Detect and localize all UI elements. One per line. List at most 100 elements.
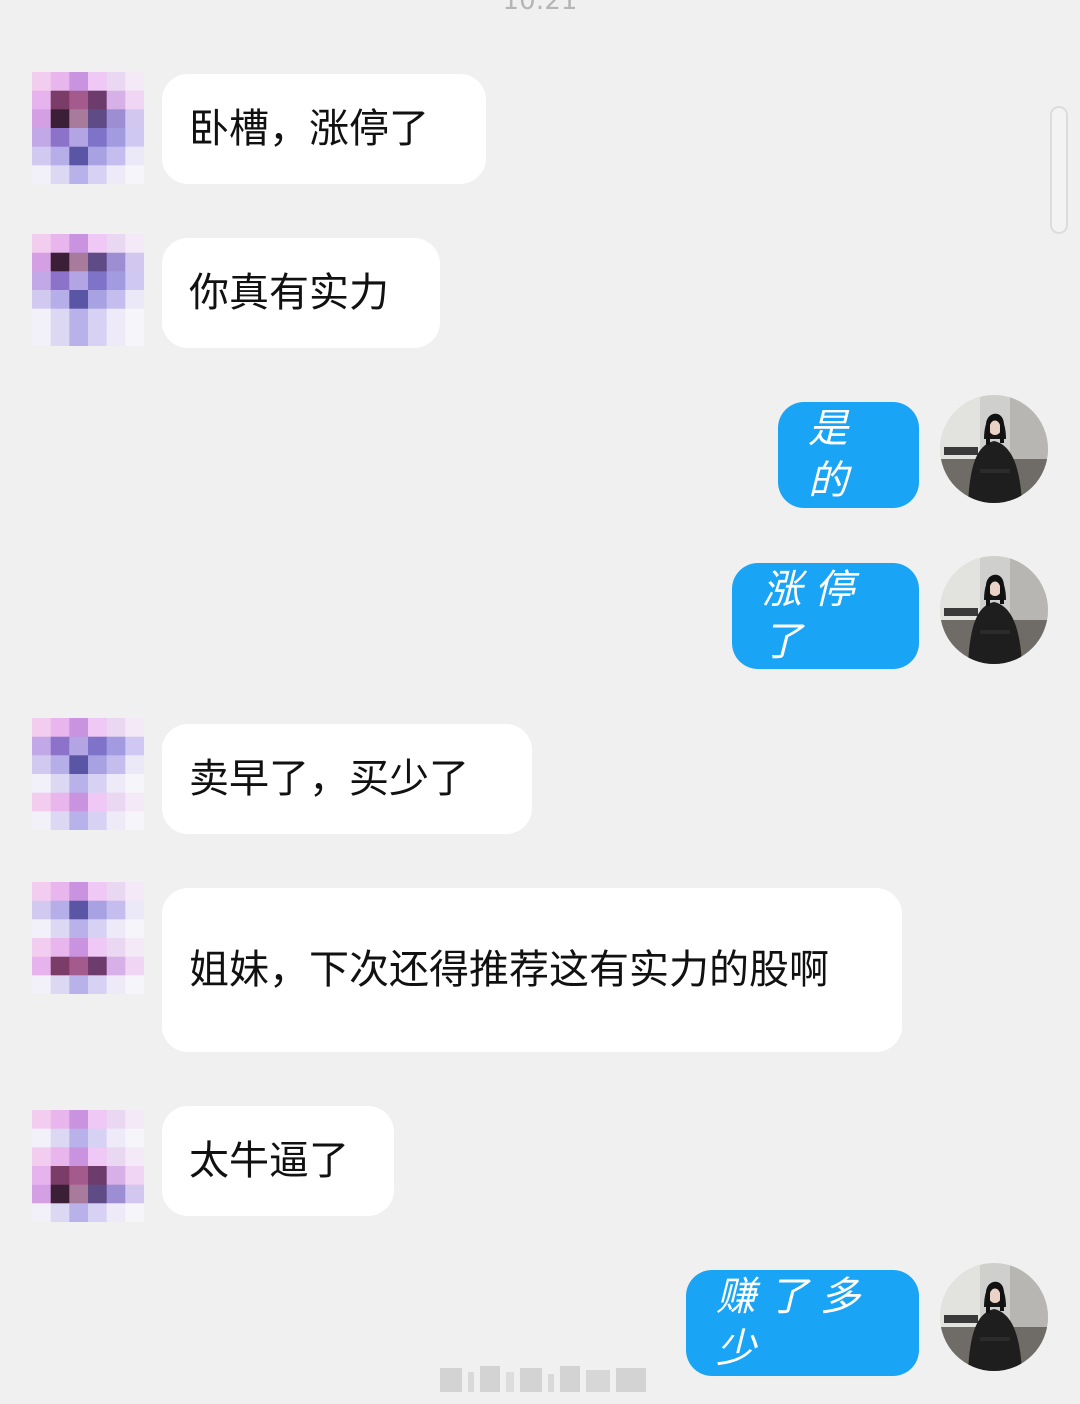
avatar-mosaic-tile — [125, 252, 144, 272]
avatar-mosaic-tile — [69, 774, 89, 794]
avatar-mosaic-tile — [88, 109, 108, 129]
avatar-mosaic-tile — [106, 956, 126, 976]
avatar-mosaic-tile — [32, 165, 52, 184]
avatar-mosaic-tile — [69, 271, 89, 291]
avatar-mosaic-tile — [50, 900, 70, 920]
avatar-mosaic-tile — [32, 271, 52, 291]
message-text: 赚了多少 — [716, 1274, 872, 1372]
avatar-mosaic-tile — [32, 938, 52, 958]
avatar-mosaic-tile — [125, 308, 144, 328]
avatar-mosaic-tile — [88, 290, 108, 310]
avatar-mosaic-tile — [106, 811, 126, 830]
message-bubble[interactable]: 涨停了 — [732, 563, 919, 669]
avatar-mosaic-tile — [32, 811, 52, 830]
avatar-mosaic-tile — [32, 736, 52, 756]
avatar-mosaic-tile — [88, 774, 108, 794]
avatar-mosaic-tile — [125, 774, 144, 794]
avatar-mosaic-tile — [32, 1203, 52, 1222]
avatar-mosaic-tile — [32, 90, 52, 110]
avatar-mosaic-tile — [69, 882, 89, 902]
avatar-mosaic-tile — [50, 792, 70, 812]
avatar-mosaic-tile — [106, 774, 126, 794]
message-bubble[interactable]: 你真有实力 — [162, 238, 440, 348]
avatar-mosaic-tile — [50, 234, 70, 254]
avatar-mosaic-tile — [125, 165, 144, 184]
avatar-mosaic-tile — [32, 882, 52, 902]
message-bubble[interactable]: 赚了多少 — [686, 1270, 919, 1376]
avatar-mosaic-tile — [106, 90, 126, 110]
avatar-mosaic-tile — [32, 900, 52, 920]
avatar-mosaic-tile — [125, 290, 144, 310]
avatar-mosaic-tile — [69, 1203, 89, 1222]
avatar-mosaic-tile — [32, 1184, 52, 1204]
avatar-mosaic-tile — [125, 72, 144, 92]
avatar-mosaic-tile — [106, 938, 126, 958]
avatar-mosaic-tile — [106, 308, 126, 328]
contact-avatar-icon[interactable] — [32, 882, 144, 994]
avatar-mosaic-tile — [125, 1203, 144, 1222]
contact-avatar-icon[interactable] — [32, 718, 144, 830]
avatar-mosaic-tile — [32, 252, 52, 272]
avatar-mosaic-tile — [125, 146, 144, 166]
avatar-mosaic-tile — [125, 792, 144, 812]
message-bubble[interactable]: 姐妹，下次还得推荐这有实力的股啊 — [162, 888, 902, 1052]
avatar-mosaic-tile — [50, 146, 70, 166]
message-bubble[interactable]: 卧槽，涨停了 — [162, 74, 486, 184]
avatar-mosaic-tile — [69, 1184, 89, 1204]
my-avatar-icon[interactable] — [940, 1263, 1048, 1371]
avatar-mosaic-tile — [125, 1128, 144, 1148]
avatar-mosaic-tile — [69, 956, 89, 976]
avatar-mosaic-tile — [125, 271, 144, 291]
avatar-mosaic-tile — [125, 938, 144, 958]
message-bubble[interactable]: 太牛逼了 — [162, 1106, 394, 1216]
avatar-mosaic-tile — [106, 882, 126, 902]
avatar-mosaic-tile — [106, 1184, 126, 1204]
avatar-mosaic-tile — [125, 128, 144, 148]
avatar-mosaic-tile — [88, 975, 108, 994]
avatar-mosaic-tile — [88, 271, 108, 291]
avatar-mosaic-tile — [106, 146, 126, 166]
avatar-mosaic-tile — [69, 128, 89, 148]
avatar-mosaic-tile — [106, 1147, 126, 1167]
avatar-mosaic-tile — [50, 1184, 70, 1204]
avatar-mosaic-tile — [106, 1110, 126, 1130]
avatar-mosaic-tile — [50, 109, 70, 129]
avatar-mosaic-tile — [88, 1128, 108, 1148]
avatar-mosaic-tile — [69, 755, 89, 775]
contact-avatar-icon[interactable] — [32, 72, 144, 184]
scrollbar[interactable] — [1050, 106, 1068, 234]
avatar-mosaic-tile — [88, 1184, 108, 1204]
avatar-mosaic-tile — [32, 1128, 52, 1148]
avatar-mosaic-tile — [50, 90, 70, 110]
contact-avatar-icon[interactable] — [32, 1110, 144, 1222]
contact-avatar-icon[interactable] — [32, 234, 144, 346]
avatar-mosaic-tile — [32, 975, 52, 994]
avatar-mosaic-tile — [125, 234, 144, 254]
avatar-mosaic-tile — [32, 919, 52, 939]
avatar-mosaic-tile — [106, 1166, 126, 1186]
avatar-mosaic-tile — [88, 919, 108, 939]
avatar-mosaic-tile — [88, 1147, 108, 1167]
avatar-mosaic-tile — [50, 72, 70, 92]
avatar-mosaic-tile — [88, 900, 108, 920]
avatar-mosaic-tile — [32, 792, 52, 812]
message-bubble[interactable]: 是的 — [778, 402, 919, 508]
avatar-mosaic-tile — [69, 109, 89, 129]
avatar-mosaic-tile — [125, 718, 144, 738]
message-text: 太牛逼了 — [189, 1138, 349, 1184]
my-avatar-icon[interactable] — [940, 556, 1048, 664]
avatar-mosaic-tile — [69, 146, 89, 166]
avatar-mosaic-tile — [50, 975, 70, 994]
message-bubble[interactable]: 卖早了，买少了 — [162, 724, 532, 834]
avatar-mosaic-tile — [69, 736, 89, 756]
avatar-mosaic-tile — [50, 811, 70, 830]
avatar-mosaic-tile — [32, 146, 52, 166]
avatar-mosaic-tile — [106, 718, 126, 738]
avatar-mosaic-tile — [50, 308, 70, 328]
avatar-mosaic-tile — [125, 919, 144, 939]
avatar-mosaic-tile — [69, 252, 89, 272]
watermark — [440, 1362, 650, 1396]
avatar-mosaic-tile — [50, 736, 70, 756]
my-avatar-icon[interactable] — [940, 395, 1048, 503]
avatar-mosaic-tile — [50, 1166, 70, 1186]
